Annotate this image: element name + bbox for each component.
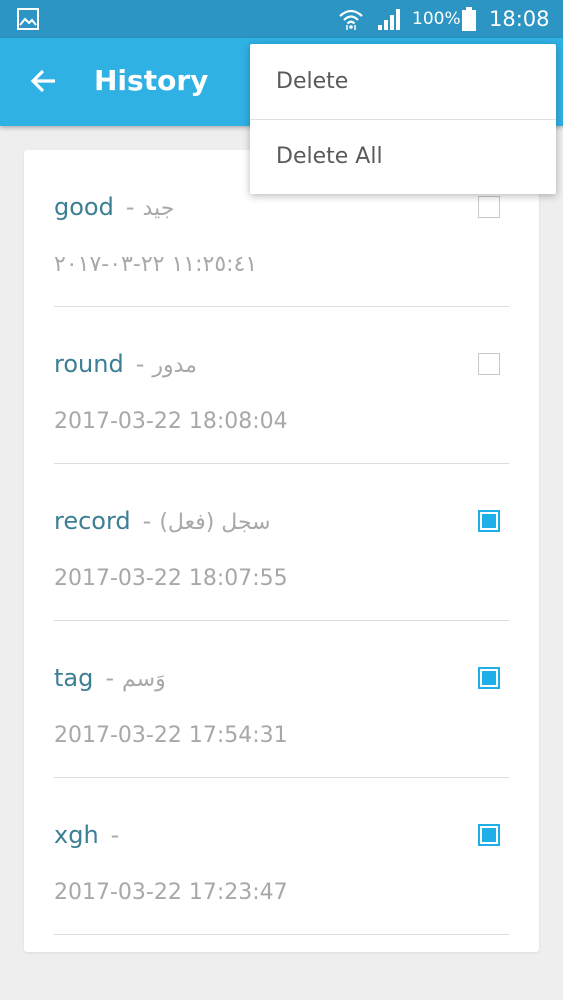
status-bar: 100% 18:08 [0,0,563,38]
status-time: 18:08 [489,7,550,31]
history-translation: سجل (فعل) [159,510,271,535]
arrow-left-icon[interactable] [28,65,60,97]
history-word: record [54,507,131,535]
overflow-menu: Delete Delete All [250,44,556,194]
history-entry-text: tag - وَسم [54,661,166,697]
history-translation: وَسم [122,667,166,692]
wifi-icon [339,9,363,30]
history-timestamp: 2017-03-22 17:54:31 [54,723,288,748]
history-timestamp: ١١:٢٥:٤١ ٢٢-٠٣-٢٠١٧ [54,252,258,277]
history-entry-text: good - جيد [54,190,174,226]
history-item[interactable]: record - سجل (فعل) 2017-03-22 18:07:55 [24,464,539,621]
menu-item-delete-all[interactable]: Delete All [250,119,556,194]
history-item[interactable]: round - مدور 2017-03-22 18:08:04 [24,307,539,464]
history-word: round [54,350,124,378]
history-word: xgh [54,821,99,849]
separator-dash: - [110,821,120,849]
separator-dash: - [125,193,135,221]
history-list: good - جيد ١١:٢٥:٤١ ٢٢-٠٣-٢٠١٧ round - مدور … [24,150,539,952]
history-translation: جيد [142,196,175,221]
history-item[interactable]: tag - وَسم 2017-03-22 17:54:31 [24,621,539,778]
history-timestamp: 2017-03-22 17:23:47 [54,880,288,905]
select-checkbox[interactable] [478,824,500,846]
gallery-icon [17,8,39,30]
select-checkbox[interactable] [478,196,500,218]
history-translation: مدور [152,353,197,378]
battery-percent: 100% [412,9,461,29]
separator-dash: - [135,350,145,378]
separator-dash: - [142,507,152,535]
history-timestamp: 2017-03-22 18:07:55 [54,566,288,591]
separator-dash: - [105,664,115,692]
divider [54,934,509,935]
battery-icon [462,7,476,31]
page-title: History [94,64,209,97]
history-entry-text: record - سجل (فعل) [54,504,271,540]
history-entry-text: xgh - [54,818,127,854]
history-entry-text: round - مدور [54,347,197,383]
history-timestamp: 2017-03-22 18:08:04 [54,409,288,434]
select-checkbox[interactable] [478,353,500,375]
select-checkbox[interactable] [478,667,500,689]
history-word: tag [54,664,94,692]
history-item[interactable]: xgh - 2017-03-22 17:23:47 [24,778,539,935]
signal-icon [378,9,400,30]
menu-item-delete[interactable]: Delete [250,44,556,119]
history-word: good [54,193,114,221]
select-checkbox[interactable] [478,510,500,532]
